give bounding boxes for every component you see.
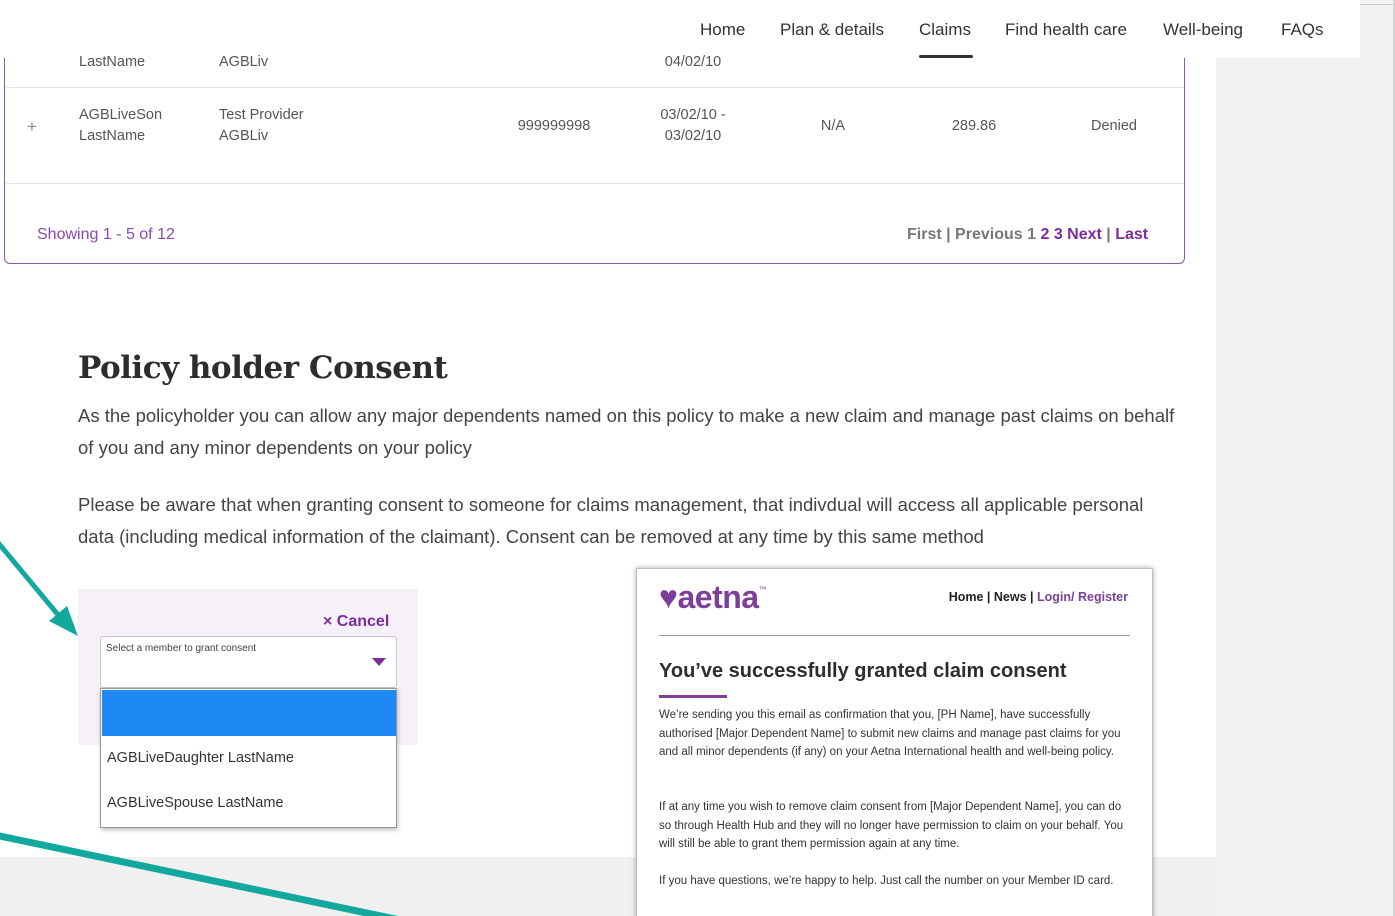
- pager-last[interactable]: Last: [1115, 226, 1148, 243]
- nav-find-health-care[interactable]: Find health care: [1005, 20, 1127, 40]
- email-link-home[interactable]: Home: [949, 590, 984, 604]
- dropdown-option-daughter[interactable]: AGBLiveDaughter LastName: [107, 750, 294, 766]
- pager-previous[interactable]: Previous: [955, 226, 1023, 243]
- email-accent-bar: [659, 695, 727, 698]
- table-cell-na: N/A: [820, 118, 846, 134]
- table-cell-date: 03/02/10 - 03/02/10: [660, 107, 726, 144]
- email-header-links: Home | News | Login/ Register: [948, 590, 1128, 604]
- expand-row-icon[interactable]: +: [27, 117, 37, 137]
- table-cell-provider: AGBLiv: [219, 54, 269, 70]
- email-heading: You’ve successfully granted claim consen…: [659, 660, 1067, 682]
- email-divider: [659, 635, 1130, 636]
- email-paragraph: If at any time you wish to remove claim …: [659, 801, 1124, 850]
- dropdown-option-spouse[interactable]: AGBLiveSpouse LastName: [107, 795, 284, 811]
- cancel-button[interactable]: × Cancel: [323, 613, 389, 631]
- status-badge: Denied: [1091, 118, 1137, 134]
- pagination: First | Previous 1 2 3 Next | Last: [907, 226, 1149, 243]
- dropdown-option-empty[interactable]: [102, 690, 396, 736]
- row-divider: [5, 87, 1184, 88]
- consent-description: As the policyholder you can allow any ma…: [78, 405, 1175, 458]
- right-gutter: [1216, 0, 1395, 916]
- nav-claims[interactable]: Claims: [919, 20, 971, 40]
- top-nav: Home Plan & details Claims Find health c…: [0, 0, 1360, 58]
- consent-warning: Please be aware that when granting conse…: [78, 494, 1144, 547]
- table-cell-member: AGBLiveSon LastName: [79, 107, 163, 144]
- pager-page-1[interactable]: 1: [1027, 226, 1036, 243]
- pagination-summary: Showing 1 - 5 of 12: [37, 226, 175, 243]
- email-paragraph: If you have questions, we’re happy to he…: [659, 875, 1114, 887]
- nav-well-being[interactable]: Well-being: [1163, 20, 1243, 40]
- table-cell-amount: 289.86: [951, 118, 997, 134]
- pager-page-2[interactable]: 2: [1040, 226, 1049, 243]
- table-cell-provider: Test Provider AGBLiv: [219, 107, 304, 144]
- pager-first[interactable]: First: [907, 226, 942, 243]
- row-divider: [5, 183, 1184, 184]
- nav-faqs[interactable]: FAQs: [1281, 20, 1324, 40]
- table-cell-date: 04/02/10: [664, 54, 722, 70]
- pager-page-3[interactable]: 3: [1054, 226, 1063, 243]
- pager-next[interactable]: Next: [1067, 226, 1102, 243]
- section-title: Policy holder Consent: [78, 350, 448, 386]
- caret-down-icon: [372, 658, 386, 666]
- nav-home[interactable]: Home: [700, 20, 745, 40]
- nav-plan-details[interactable]: Plan & details: [780, 20, 884, 40]
- email-link-news[interactable]: News: [994, 590, 1027, 604]
- email-link-login[interactable]: Login/ Register: [1037, 590, 1128, 604]
- email-preview: ♥aetna™ Home | News | Login/ Register Yo…: [636, 568, 1153, 916]
- aetna-logo: ♥aetna™: [659, 579, 767, 615]
- table-cell-member: LastName: [79, 54, 146, 70]
- member-select[interactable]: Select a member to grant consent: [100, 636, 397, 688]
- email-paragraph: We’re sending you this email as confirma…: [659, 709, 1121, 758]
- member-select-label: Select a member to grant consent: [106, 643, 257, 654]
- claims-table: LastName AGBLiv 04/02/10 + AGBLiveSon La…: [4, 54, 1185, 264]
- member-dropdown: AGBLiveDaughter LastName AGBLiveSpouse L…: [100, 688, 397, 828]
- table-cell-claim-number: 999999998: [517, 118, 591, 134]
